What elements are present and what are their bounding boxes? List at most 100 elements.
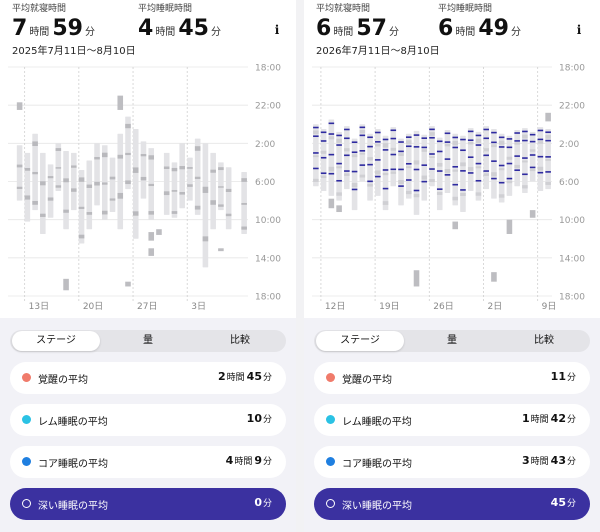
stage-card[interactable]: レム睡眠の平均 1時間 42分 — [314, 404, 590, 436]
stage-value-unit: 分 — [566, 373, 576, 383]
core-sleep-segment — [109, 198, 116, 201]
tab-amount[interactable]: 量 — [104, 331, 192, 351]
tab-amount[interactable]: 量 — [408, 331, 496, 351]
core-sleep-segment — [498, 194, 505, 198]
core-sleep-segment — [218, 204, 224, 207]
deep-sleep-segment — [413, 134, 420, 136]
core-sleep-segment — [413, 193, 420, 198]
tab-compare[interactable]: 比較 — [196, 331, 284, 351]
sleep-bar — [375, 129, 381, 196]
core-sleep-segment — [444, 143, 451, 147]
sleep-minutes: 45 — [178, 16, 209, 41]
core-sleep-segment — [537, 141, 544, 144]
stage-name: レム睡眠の平均 — [38, 417, 108, 428]
core-sleep-segment — [163, 191, 170, 196]
core-sleep-segment — [320, 175, 327, 179]
deep-sleep-segment — [320, 131, 327, 134]
core-sleep-segment — [86, 184, 93, 188]
x-tick-label: 26日 — [433, 301, 453, 312]
deep-sleep-segment — [522, 173, 528, 176]
core-sleep-segment — [421, 175, 428, 180]
core-sleep-segment — [475, 138, 482, 143]
sleep-bar — [367, 133, 373, 201]
core-sleep-segment — [194, 146, 201, 151]
core-sleep-segment — [24, 195, 31, 200]
stage-card[interactable]: コア睡眠の平均 3時間 43分 — [314, 446, 590, 478]
core-sleep-segment — [55, 185, 62, 188]
stage-card[interactable]: 深い睡眠の平均 0分 — [10, 488, 286, 520]
minutes-unit: 分 — [84, 27, 95, 38]
core-sleep-segment — [32, 141, 38, 147]
sleep-hours: 6 — [438, 16, 454, 41]
deep-sleep-segment — [344, 170, 350, 172]
core-sleep-segment — [101, 182, 108, 185]
core-sleep-segment — [452, 169, 459, 172]
core-sleep-segment — [63, 209, 69, 213]
deep-sleep-segment — [359, 134, 366, 137]
deep-sleep-segment — [375, 175, 381, 178]
awake-segment — [328, 198, 335, 209]
core-sleep-segment — [452, 196, 459, 201]
sleep-minutes: 49 — [478, 16, 509, 41]
awake-segment — [491, 272, 497, 282]
awake-segment — [529, 210, 536, 218]
stage-value-unit: 分 — [262, 457, 272, 467]
deep-sleep-segment — [483, 137, 489, 140]
core-sleep-segment — [313, 178, 319, 182]
core-sleep-segment — [398, 153, 404, 156]
deep-sleep-segment — [529, 133, 536, 136]
stage-value-unit: 時間 — [234, 457, 253, 467]
deep-sleep-segment — [475, 179, 482, 182]
deep-sleep-segment — [436, 150, 443, 153]
deep-sleep-segment — [491, 131, 497, 134]
stage-card[interactable]: コア睡眠の平均 4時間 9分 — [10, 446, 286, 478]
deep-sleep-segment — [522, 139, 528, 142]
stage-card[interactable]: 覚醒の平均 2時間 45分 — [10, 362, 286, 394]
deep-sleep-segment — [436, 188, 443, 190]
core-sleep-segment — [336, 138, 342, 143]
stage-value-number: 1 — [522, 412, 530, 425]
core-sleep-segment — [359, 152, 366, 155]
core-sleep-segment — [171, 190, 178, 192]
stage-value-number: 4 — [225, 454, 234, 467]
core-sleep-segment — [16, 186, 23, 189]
deep-sleep-segment — [359, 164, 366, 166]
core-sleep-segment — [436, 162, 443, 167]
deep-sleep-segment — [413, 189, 420, 192]
bed-minutes: 59 — [52, 16, 83, 41]
deep-sleep-segment — [537, 129, 544, 132]
deep-sleep-segment — [522, 130, 528, 133]
tab-compare[interactable]: 比較 — [500, 331, 588, 351]
deep-sleep-segment — [382, 169, 389, 171]
deep-sleep-segment — [537, 138, 544, 141]
core-sleep-segment — [125, 152, 131, 156]
core-sleep-segment — [390, 147, 397, 151]
left-panel: 平均就寝時間 7 時間 59 分 平均睡眠時間 4 時間 45 分 2025年7月11日～8… — [0, 0, 296, 532]
stage-card[interactable]: 深い睡眠の平均 45分 — [314, 488, 590, 520]
stage-card[interactable]: 覚醒の平均 11分 — [314, 362, 590, 394]
stage-value-number: 43 — [550, 454, 566, 467]
stage-value-number: 45 — [246, 370, 262, 383]
awake-segment — [117, 95, 124, 110]
info-icon[interactable]: i — [571, 22, 587, 38]
deep-sleep-segment — [498, 136, 505, 139]
sleep-bar — [537, 127, 544, 192]
sleep-hours: 4 — [138, 16, 154, 41]
core-sleep-segment — [32, 171, 38, 175]
deep-sleep-segment — [491, 160, 497, 162]
core-sleep-segment — [498, 140, 505, 145]
info-icon[interactable]: i — [269, 22, 285, 38]
stage-card[interactable]: レム睡眠の平均 10分 — [10, 404, 286, 436]
deep-sleep-segment — [506, 146, 513, 149]
core-sleep-segment — [71, 165, 77, 168]
y-tick-label: 10:00 — [559, 216, 585, 226]
sleep-bar — [436, 137, 443, 211]
hours-unit: 時間 — [29, 27, 50, 38]
tab-stage[interactable]: ステージ — [12, 331, 100, 351]
date-range: 2026年7月11日～8月10日 — [316, 46, 440, 57]
tab-stage[interactable]: ステージ — [316, 331, 404, 351]
stage-dot-icon — [22, 373, 31, 382]
deep-sleep-segment — [498, 181, 505, 184]
stage-value: 1時間 42分 — [522, 412, 578, 425]
deep-sleep-segment — [375, 141, 381, 143]
